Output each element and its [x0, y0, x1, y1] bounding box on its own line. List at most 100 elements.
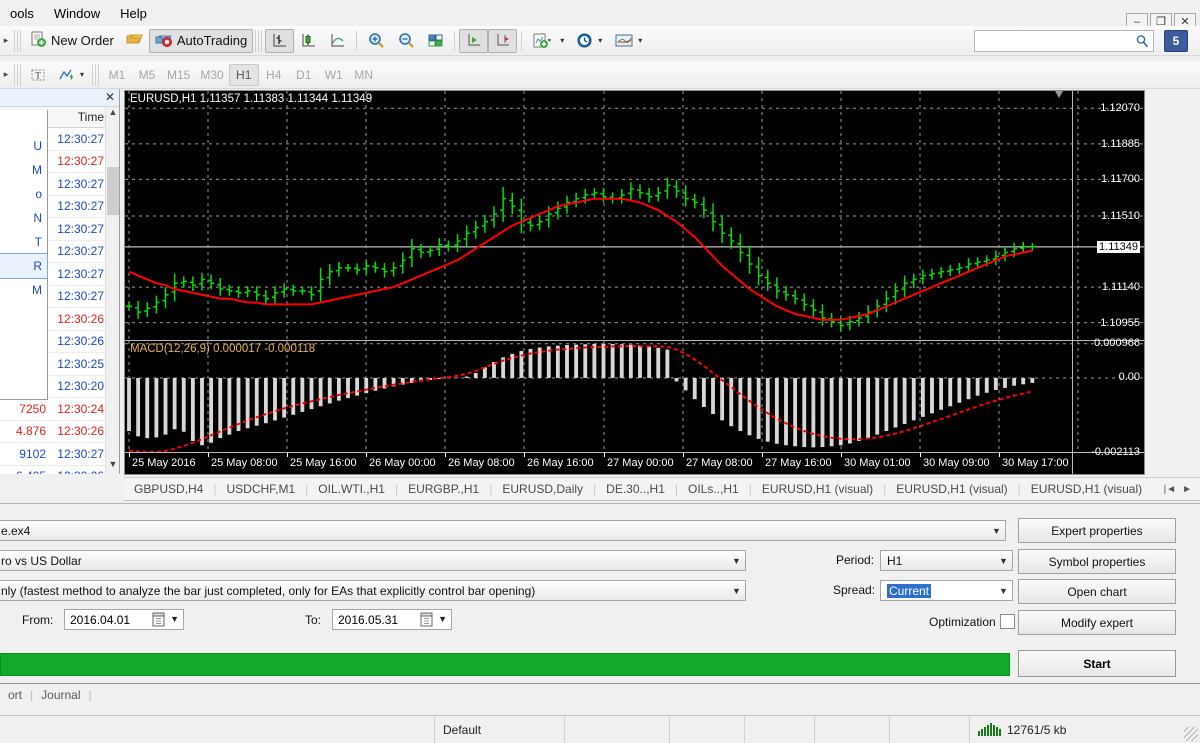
expert-properties-button[interactable]: Expert properties [1018, 518, 1176, 543]
spread-select[interactable]: Current ▼ [880, 580, 1013, 601]
time-axis-label: 25 May 2016 [132, 457, 196, 469]
chart-tab[interactable]: EURUSD,Daily [492, 482, 593, 496]
timeframe-toolbar-overflow-arrow[interactable]: ▸ [0, 69, 12, 80]
scrollbar-thumb[interactable] [107, 167, 119, 215]
optimization-checkbox[interactable] [1000, 614, 1015, 629]
timeframe-h1[interactable]: H1 [228, 63, 259, 86]
period-select[interactable]: H1 ▼ [880, 550, 1013, 571]
chart-tab[interactable]: EURUSD,H1 (visual) [752, 482, 883, 496]
timeframe-m30[interactable]: M30 [195, 64, 228, 86]
column-header-time[interactable]: Time [52, 110, 108, 124]
search-box[interactable] [974, 30, 1154, 52]
market-watch-row[interactable]: 4.876 12:30:26 [0, 421, 119, 443]
model-select[interactable]: nly (fastest method to analyze the bar j… [0, 580, 746, 601]
autoscroll-icon[interactable] [459, 28, 489, 53]
price-axis[interactable]: 1.12070 1.11885 1.11700 1.11510 1.11140 1.109… [1072, 91, 1144, 474]
timeframe-d1[interactable]: D1 [289, 64, 319, 86]
market-watch-row[interactable]: 9102 12:30:27 [0, 443, 119, 466]
market-watch-close-icon[interactable]: ✕ [105, 90, 115, 104]
search-icon[interactable] [1135, 34, 1149, 48]
zoom-in-icon[interactable] [361, 29, 391, 53]
chart-shift-icon[interactable] [488, 28, 518, 53]
timeframe-h4[interactable]: H4 [259, 64, 289, 86]
timeframe-grip-2[interactable] [92, 63, 101, 86]
timeframe-toolbar-grip[interactable] [14, 63, 22, 86]
notification-badge[interactable]: 5 [1164, 30, 1188, 52]
timeframe-m1[interactable]: M1 [102, 64, 132, 86]
chart-tab[interactable]: GBPUSD,H4 [124, 482, 213, 496]
tab-scroll-left-icon[interactable]: |◄ [1164, 484, 1177, 495]
market-watch-scrollbar[interactable]: ▲ ▼ [105, 107, 119, 474]
terminal-tab-report[interactable]: ort [0, 688, 30, 702]
bar-chart-icon[interactable] [265, 28, 295, 53]
new-chart-icon[interactable]: ▾ [526, 29, 570, 53]
symbol-popup-item[interactable]: o [0, 182, 47, 206]
price-chart-pane[interactable] [125, 91, 1144, 339]
symbol-popup-item[interactable]: T [0, 230, 47, 254]
chevron-down-icon[interactable]: ▼ [728, 551, 745, 570]
symbol-popup-item[interactable]: N [0, 206, 47, 230]
chart-tab[interactable]: USDCHF,M1 [216, 482, 305, 496]
chevron-down-icon[interactable]: ▼ [988, 521, 1005, 540]
toolbar-overflow-arrow[interactable]: ▸ [0, 35, 12, 46]
chart-tab[interactable]: DE.30..,H1 [596, 482, 675, 496]
toolbar-grip[interactable] [14, 29, 22, 52]
start-button[interactable]: Start [1018, 650, 1176, 677]
toolbar-grip-2[interactable] [255, 29, 264, 52]
indicators-icon[interactable]: ▾ [52, 63, 90, 87]
symbol-popup-item[interactable]: R [0, 253, 48, 279]
scroll-down-arrow-icon[interactable]: ▼ [106, 459, 119, 474]
chevron-down-icon[interactable]: ▼ [170, 614, 179, 624]
resize-grip[interactable] [1184, 727, 1198, 741]
chevron-down-icon[interactable]: ▼ [438, 614, 447, 624]
candlestick-chart-icon[interactable] [294, 29, 323, 53]
modify-expert-button[interactable]: Modify expert [1018, 610, 1176, 635]
status-profile[interactable]: Default [435, 715, 565, 743]
menu-item-window[interactable]: Window [44, 3, 110, 24]
periodicity-icon[interactable]: ▾ [570, 29, 608, 53]
macd-pane[interactable]: MACD(12,26,9) 0.000017 -0.000118 [125, 340, 1144, 454]
menu-item-help[interactable]: Help [110, 3, 157, 24]
open-chart-button[interactable]: Open chart [1018, 579, 1176, 604]
tile-windows-icon[interactable] [421, 29, 450, 53]
expert-advisor-select[interactable]: e.ex4 ▼ [0, 520, 1006, 541]
tab-scroll-right-icon[interactable]: ► [1182, 484, 1192, 495]
scroll-up-arrow-icon[interactable]: ▲ [106, 107, 119, 122]
chevron-down-icon[interactable]: ▼ [995, 581, 1012, 600]
chart-tab[interactable]: EURUSD,H1 (visual) [886, 482, 1017, 496]
chart-tab[interactable]: OIL.WTI.,H1 [308, 482, 395, 496]
symbol-properties-button[interactable]: Symbol properties [1018, 549, 1176, 574]
to-date-field[interactable]: 2016.05.31 ▼ [332, 609, 452, 630]
from-date-field[interactable]: 2016.04.01 ▼ [64, 609, 184, 630]
market-watch-row[interactable]: 7250 12:30:24 [0, 398, 119, 421]
line-chart-icon[interactable] [323, 29, 352, 53]
chart-tab[interactable]: EURGBP.,H1 [398, 482, 489, 496]
timeframe-w1[interactable]: W1 [319, 64, 349, 86]
search-input[interactable] [979, 34, 1135, 48]
terminal-tab-journal[interactable]: Journal [33, 688, 88, 702]
calendar-icon[interactable] [152, 612, 165, 627]
timeframe-m5[interactable]: M5 [132, 64, 162, 86]
expert-advisors-button[interactable] [120, 29, 149, 53]
symbol-popup-item[interactable]: U [0, 134, 47, 158]
chart-tab[interactable]: EURUSD,H1 (visual) [1021, 482, 1152, 496]
templates-icon[interactable]: ▾ [608, 29, 648, 53]
symbol-popup-item[interactable] [0, 110, 47, 134]
market-watch-row[interactable]: 6.40512:30:26 [0, 466, 119, 474]
calendar-icon[interactable] [420, 612, 433, 627]
menu-item-tools[interactable]: ools [0, 3, 44, 24]
timeframe-m15[interactable]: M15 [162, 64, 195, 86]
symbol-popup-item[interactable]: M [0, 278, 47, 302]
chevron-down-icon[interactable]: ▼ [995, 551, 1012, 570]
chevron-down-icon[interactable]: ▼ [728, 581, 745, 600]
chart-window[interactable]: EURUSD,H1 1.11357 1.11383 1.11344 1.1134… [124, 90, 1145, 475]
text-label-icon[interactable]: T [24, 63, 52, 87]
new-order-button[interactable]: New Order [24, 29, 120, 53]
connection-status[interactable]: 12761/5 kb [970, 716, 1074, 743]
chart-tab[interactable]: OILs..,H1 [678, 482, 749, 496]
autotrading-button[interactable]: AutoTrading [148, 28, 254, 53]
timeframe-mn[interactable]: MN [349, 64, 379, 86]
zoom-out-icon[interactable] [391, 29, 421, 53]
symbol-select[interactable]: ro vs US Dollar ▼ [0, 550, 746, 571]
symbol-popup-item[interactable]: M [0, 158, 47, 182]
